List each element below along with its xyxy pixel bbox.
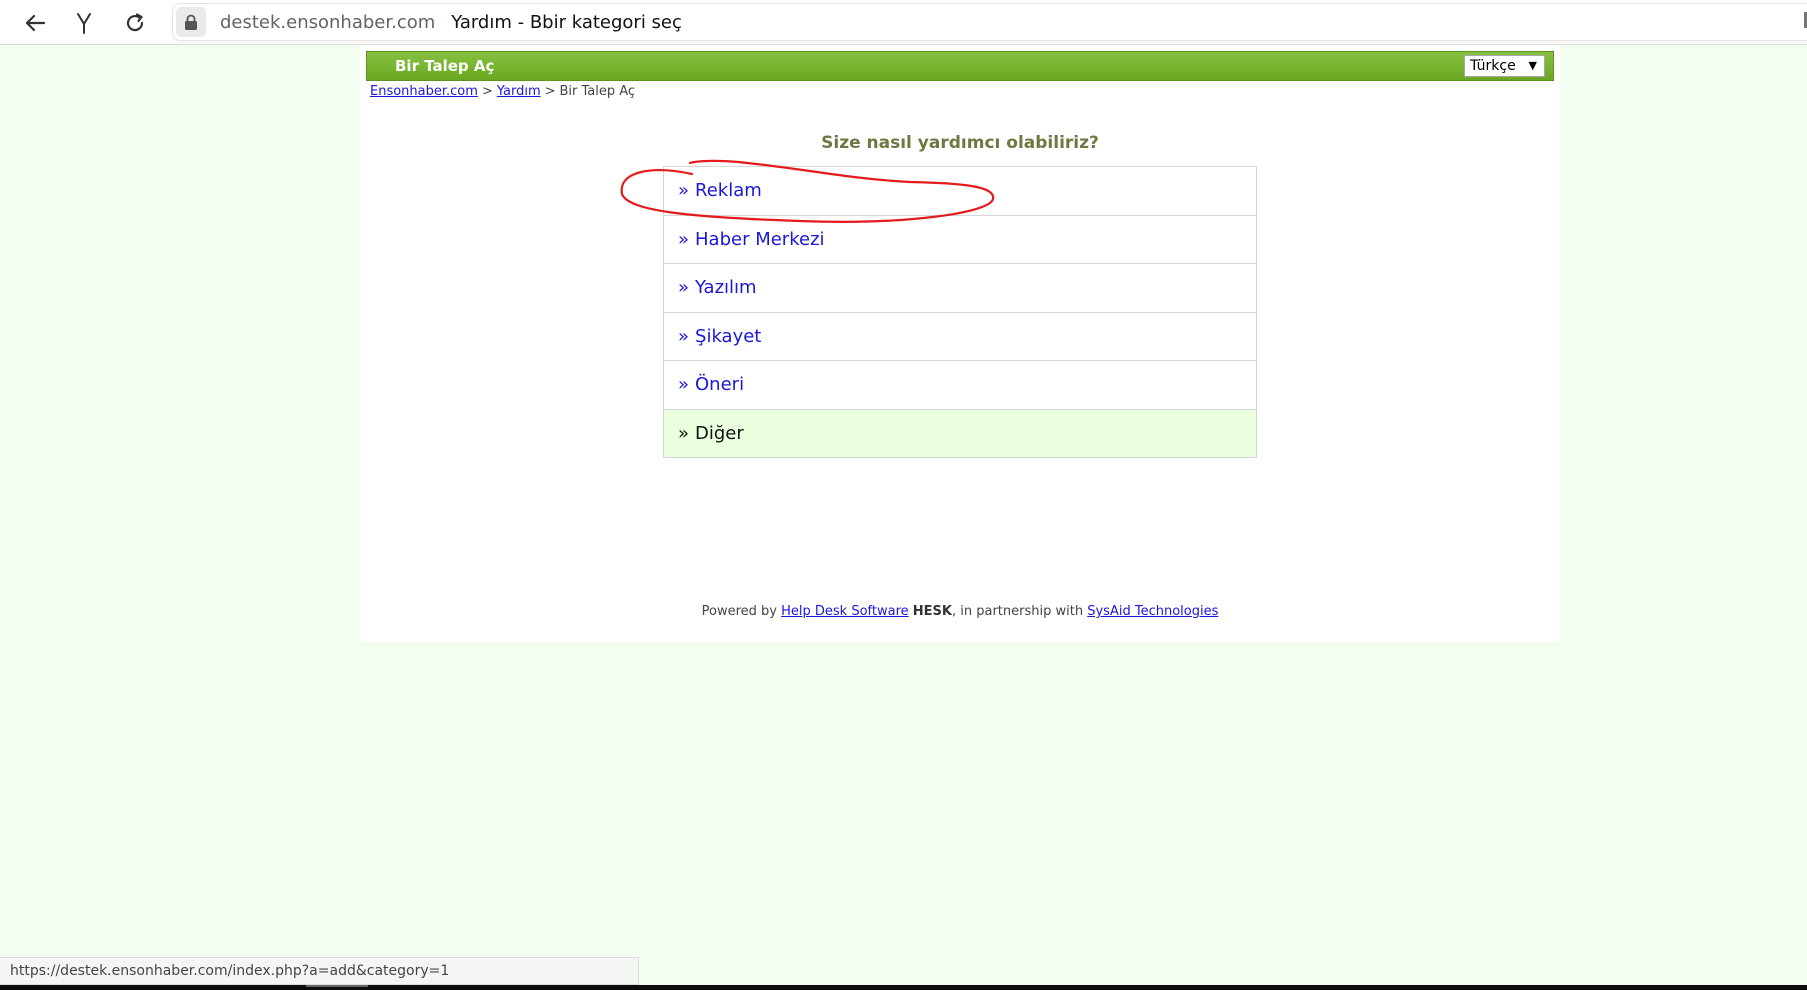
category-label: Reklam	[695, 180, 762, 202]
lock-icon	[185, 14, 197, 30]
yandex-button[interactable]	[66, 5, 102, 41]
category-item-diger[interactable]: » Diğer	[663, 408, 1257, 458]
reload-icon	[126, 13, 144, 32]
footer-link-sysaid[interactable]: SysAid Technologies	[1087, 604, 1218, 619]
taskbar-mark	[306, 985, 368, 987]
breadcrumb: Ensonhaber.com > Yardım > Bir Talep Aç	[370, 84, 635, 99]
reload-button[interactable]	[117, 5, 153, 41]
breadcrumb-current: Bir Talep Aç	[559, 84, 636, 99]
status-url: https://destek.ensonhaber.com/index.php?…	[0, 957, 639, 985]
help-question: Size nasıl yardımcı olabiliriz?	[821, 133, 1099, 153]
category-label: Şikayet	[695, 325, 762, 347]
header-title: Bir Talep Aç	[395, 57, 495, 75]
browser-toolbar: destek.ensonhaber.com Yardım - Bbir kate…	[0, 0, 1807, 45]
language-select[interactable]: Türkçe ▼	[1464, 55, 1545, 77]
back-button[interactable]	[17, 5, 53, 41]
raquo-icon: »	[678, 180, 690, 202]
category-item-sikayet[interactable]: » Şikayet	[663, 311, 1257, 361]
address-bar[interactable]: destek.ensonhaber.com Yardım - Bbir kate…	[172, 3, 1807, 41]
footer: Powered by Help Desk Software HESK, in p…	[360, 604, 1560, 619]
arrow-left-icon	[25, 14, 46, 32]
breadcrumb-separator: >	[481, 84, 493, 99]
raquo-icon: »	[678, 374, 690, 396]
raquo-icon: »	[678, 228, 690, 250]
category-item-haber-merkezi[interactable]: » Haber Merkezi	[663, 214, 1257, 264]
footer-link-helpdesk[interactable]: Help Desk Software	[781, 604, 909, 619]
breadcrumb-separator: >	[544, 84, 556, 99]
category-label: Öneri	[695, 374, 745, 396]
page-title-in-address: Yardım - Bbir kategori seç	[451, 11, 682, 33]
footer-partnership: , in partnership with	[952, 604, 1084, 619]
page-container: Bir Talep Aç Türkçe ▼ Ensonhaber.com > Yar…	[360, 45, 1560, 642]
category-label: Yazılım	[695, 277, 757, 299]
raquo-icon: »	[678, 422, 690, 444]
taskbar-strip	[0, 985, 1807, 990]
breadcrumb-link-home[interactable]: Ensonhaber.com	[370, 84, 478, 99]
raquo-icon: »	[678, 277, 690, 299]
language-value: Türkçe	[1470, 58, 1516, 74]
site-info-button[interactable]	[176, 7, 206, 37]
dropdown-arrow-icon: ▼	[1528, 59, 1537, 72]
category-item-reklam[interactable]: » Reklam	[663, 166, 1257, 216]
footer-brand: HESK	[912, 604, 952, 619]
raquo-icon: »	[678, 325, 690, 347]
yandex-y-icon	[77, 13, 91, 34]
category-label: Haber Merkezi	[695, 228, 825, 250]
url-domain: destek.ensonhaber.com	[220, 11, 436, 33]
category-list: » Reklam » Haber Merkezi » Yazılım » Şik…	[663, 166, 1257, 458]
category-item-oneri[interactable]: » Öneri	[663, 360, 1257, 410]
footer-powered-by: Powered by	[701, 604, 777, 619]
category-item-yazilim[interactable]: » Yazılım	[663, 263, 1257, 313]
category-label: Diğer	[695, 422, 744, 444]
header-bar: Bir Talep Aç Türkçe ▼	[366, 51, 1554, 81]
breadcrumb-link-help[interactable]: Yardım	[497, 84, 541, 99]
